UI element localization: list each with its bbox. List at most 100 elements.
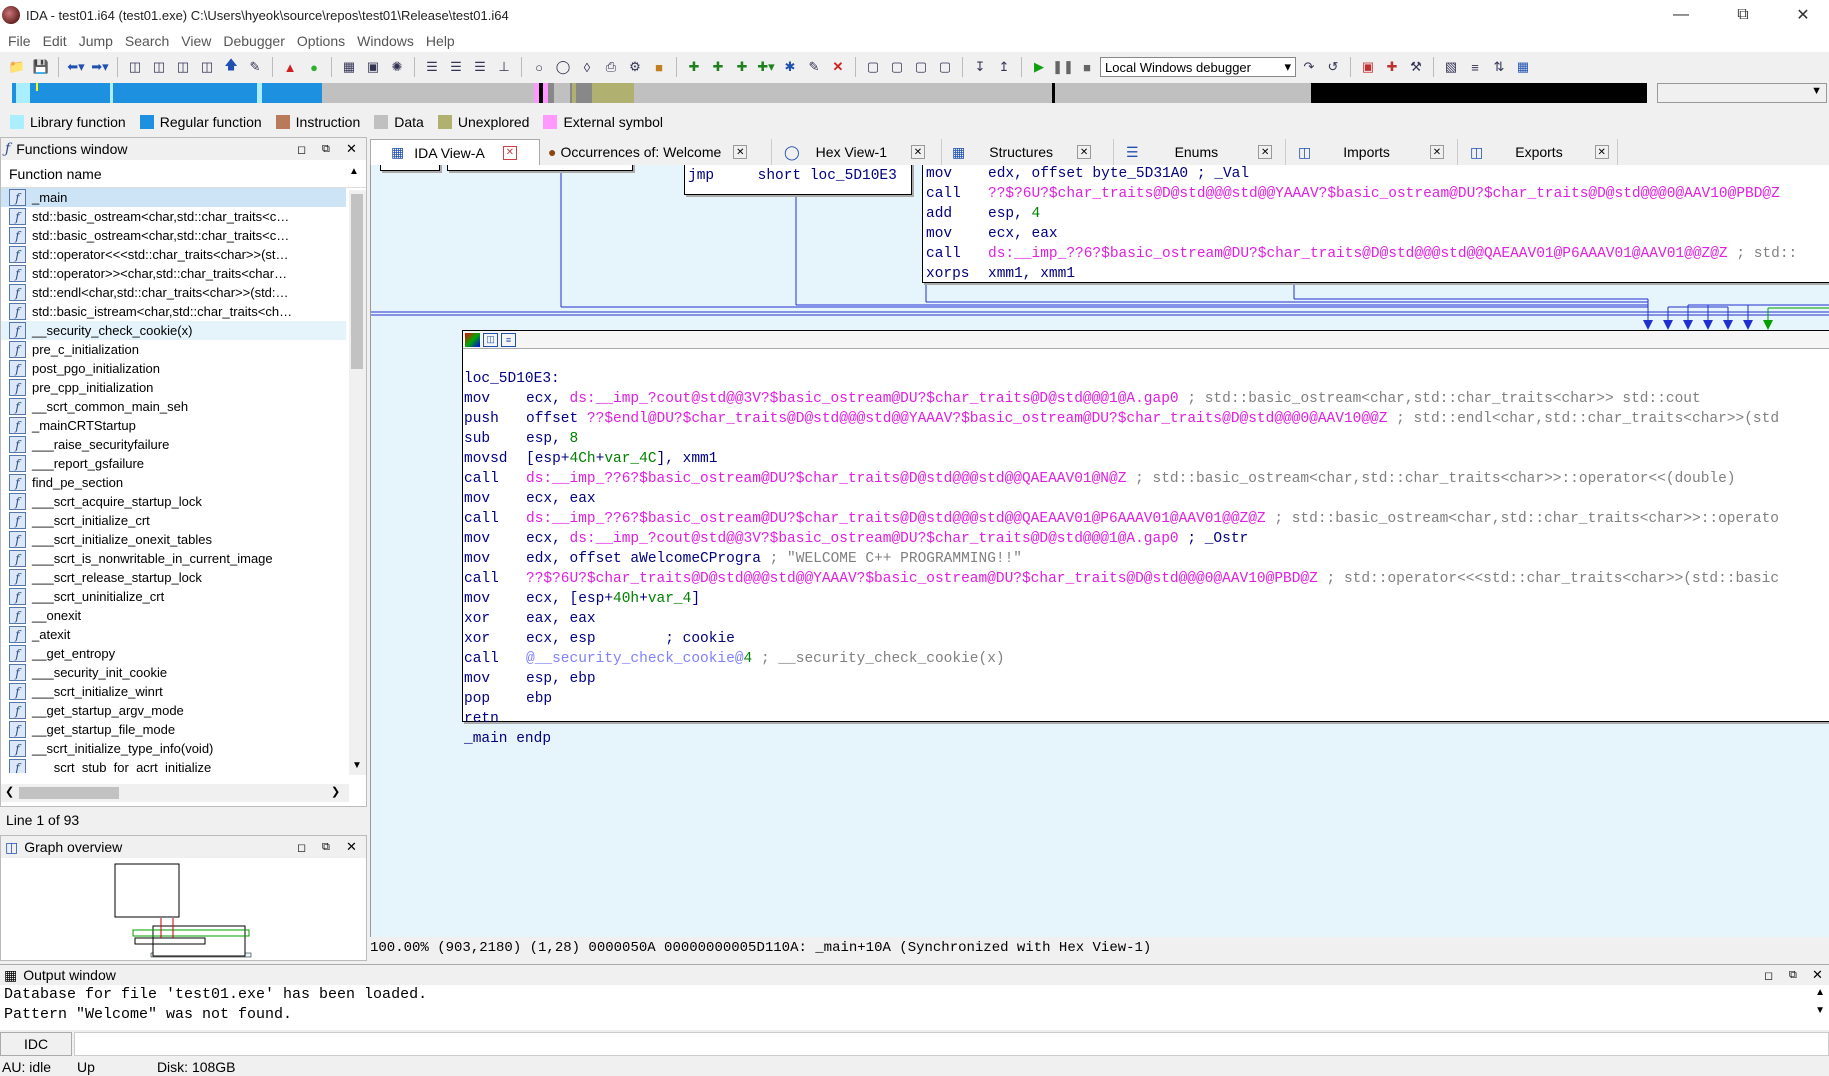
star-icon[interactable]: ✱ [779,56,801,78]
code-line[interactable]: mov ecx, eax [926,224,1829,244]
pane-float-icon[interactable]: ⧉ [1789,969,1797,982]
menu-help[interactable]: Help [420,33,461,49]
tab-close-icon[interactable]: ✕ [1594,145,1609,159]
menu-options[interactable]: Options [291,33,351,49]
code-line[interactable]: call ??$?6U?$char_traits@D@std@@@std@@YAA… [926,184,1829,204]
tab-imports[interactable]: ◫ Imports ✕ [1286,139,1458,165]
idc-button[interactable]: IDC [0,1031,72,1056]
function-list-item[interactable]: f ___security_init_cookie [1,663,346,682]
function-list-item[interactable]: f _atexit [1,625,346,644]
breakpoint-icon[interactable]: ▣ [1357,56,1379,78]
function-list-item[interactable]: f _mainCRTStartup [1,416,346,435]
code-line[interactable]: mov ecx, ds:__imp_?cout@std@@3V?$basic_os… [464,389,1829,409]
close-window-button[interactable]: ✕ [1780,0,1826,30]
sort-icon[interactable]: ⇅ [1488,56,1510,78]
navigation-band[interactable] [12,83,1653,103]
menu-view[interactable]: View [175,33,217,49]
function-list-item[interactable]: f ___scrt_stub_for_acrt_initialize [1,758,346,773]
binary-search-icon[interactable]: ◫ [124,56,146,78]
tab-occurrences[interactable]: ● Occurrences of: Welcome ✕ [540,139,772,165]
block-label[interactable]: loc_5D10E3: [464,369,1829,389]
pane-float-icon[interactable]: ⧉ [322,143,330,156]
navigation-dropdown[interactable]: ▼ [1657,83,1827,103]
graph-view[interactable]: jmp short loc_5D10E3 mov edx, offset byte… [370,165,1829,937]
code-line[interactable]: push offset ??$endl@DU?$char_traits@D@std… [464,409,1829,429]
function-list-item[interactable]: f std::basic_istream<char,std::char_trait… [1,302,346,321]
code-line[interactable]: mov ecx, [esp+40h+var_4] [464,589,1829,609]
scrollbar-thumb[interactable] [19,787,119,799]
function-list-item[interactable]: f _main [1,188,346,207]
play-icon[interactable]: ▶ [1028,56,1050,78]
save-icon[interactable]: 💾 [30,56,52,78]
list-icon[interactable]: ☰ [469,56,491,78]
search-data-icon[interactable]: ◫ [196,56,218,78]
code-line[interactable]: add esp, 4 [926,204,1829,224]
list-icon[interactable]: ☰ [445,56,467,78]
functions-scrollbar[interactable]: ▼ [349,190,366,775]
menu-edit[interactable]: Edit [37,33,73,49]
function-list-item[interactable]: f post_pgo_initialization [1,359,346,378]
functions-list[interactable]: f _main f std::basic_ostream<char,std::char… [1,188,346,773]
pause-icon[interactable]: ❚❚ [1052,56,1074,78]
search-next-icon[interactable]: ◫ [172,56,194,78]
graph-node-partial[interactable] [380,165,440,171]
pane-restore-icon[interactable]: ◻ [297,841,306,854]
code-line[interactable]: pop ebp [464,689,1829,709]
function-list-item[interactable]: f std::endl<char,std::char_traits<char>>(… [1,283,346,302]
menu-search[interactable]: Search [119,33,175,49]
graph-icon[interactable]: ○ [528,56,550,78]
bug-icon[interactable]: ✺ [386,56,408,78]
function-list-item[interactable]: f std::operator<<<std::char_traits<char>>… [1,245,346,264]
struct-icon[interactable]: ▢ [862,56,884,78]
code-line[interactable]: call @__security_check_cookie@4 ; __secur… [464,649,1829,669]
function-name-column-header[interactable]: Function name ▲ [1,160,366,188]
code-line[interactable]: mov ecx, eax [464,489,1829,509]
scroll-down-icon[interactable]: ▼ [352,760,362,771]
code-line[interactable]: xor ecx, esp ; cookie [464,629,1829,649]
function-list-item[interactable]: f __onexit [1,606,346,625]
code-line[interactable]: call ds:__imp_??6?$basic_ostream@DU?$char… [926,244,1829,264]
pane-close-icon[interactable]: ✕ [346,839,357,855]
function-list-item[interactable]: f std::basic_ostream<char,std::char_trait… [1,226,346,245]
function-list-item[interactable]: f ___scrt_release_startup_lock [1,568,346,587]
add-plus-icon[interactable]: ✚ [731,56,753,78]
tab-close-icon[interactable]: ✕ [733,145,748,159]
text-search-icon[interactable]: ◫ [148,56,170,78]
print-icon[interactable]: ⎙ [600,56,622,78]
function-list-item[interactable]: f __security_check_cookie(x) [1,321,346,340]
tab-close-icon[interactable]: ✕ [1258,145,1273,159]
align-icon[interactable]: ≡ [1464,56,1486,78]
menu-windows[interactable]: Windows [351,33,420,49]
code-line[interactable]: xorps xmm1, xmm1 [926,264,1829,282]
function-list-item[interactable]: f ___raise_securityfailure [1,435,346,454]
graph-node-partial[interactable] [447,165,633,171]
node-graph-icon[interactable]: ◫ [483,332,498,347]
struct-icon[interactable]: ▢ [910,56,932,78]
code-line[interactable]: mov edx, offset aWelcomeCProgra ; "WELCOM… [464,549,1829,569]
tab-exports[interactable]: ◫ Exports ✕ [1458,139,1618,165]
scroll-right-icon[interactable]: ❯ [331,785,340,798]
add-plus-icon[interactable]: ✚ [683,56,705,78]
function-list-item[interactable]: f std::operator>><char,std::char_traits<c… [1,264,346,283]
tab-close-icon[interactable]: ✕ [1429,145,1444,159]
code-line[interactable]: sub esp, 8 [464,429,1829,449]
function-list-item[interactable]: f __scrt_common_main_seh [1,397,346,416]
code-line[interactable]: retn [464,709,1829,729]
add-plus-icon[interactable]: ✚ [707,56,729,78]
pane-restore-icon[interactable]: ◻ [297,143,306,156]
tab-close-icon[interactable]: ✕ [502,145,517,160]
arrow-up-icon[interactable]: ↥ [993,56,1015,78]
green-circle-icon[interactable]: ● [303,56,325,78]
node-color-icon[interactable] [465,332,480,347]
arrow-down-icon[interactable]: ↧ [969,56,991,78]
pane-close-icon[interactable]: ✕ [1812,967,1823,983]
function-list-item[interactable]: f ___scrt_initialize_winrt [1,682,346,701]
edit-icon[interactable]: ✎ [803,56,825,78]
command-input[interactable] [74,1031,1829,1056]
code-line[interactable]: call ds:__imp_??6?$basic_ostream@DU?$char… [464,509,1829,529]
tab-close-icon[interactable]: ✕ [911,145,925,159]
function-list-item[interactable]: f std::basic_ostream<char,std::char_trait… [1,207,346,226]
code-line[interactable]: call ??$?6U?$char_traits@D@std@@@std@@YAA… [464,569,1829,589]
graph-node-main[interactable]: ◫ ≡ loc_5D10E3: mov ecx, ds:__imp_?cout@st… [462,330,1829,747]
list-icon[interactable]: ☰ [421,56,443,78]
